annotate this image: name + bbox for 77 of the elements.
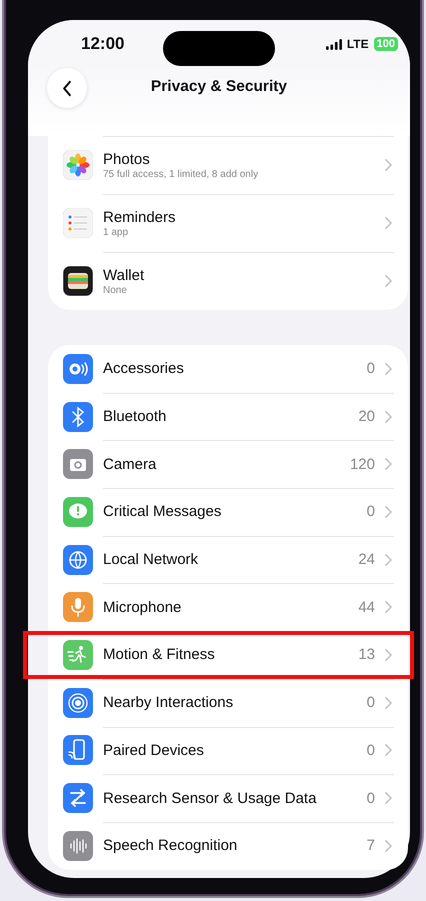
camera-icon xyxy=(63,449,93,480)
chevron-icon xyxy=(385,275,392,287)
row-count: 0 xyxy=(366,503,375,520)
settings-row[interactable]: Camera 120 xyxy=(48,440,408,488)
row-title: Microphone xyxy=(103,598,182,616)
chevron-icon xyxy=(385,506,392,518)
row-subtitle: 75 full access, 1 limited, 8 add only xyxy=(103,168,260,180)
back-button[interactable] xyxy=(47,68,87,108)
flower-icon xyxy=(63,150,93,180)
row-title: Local Network xyxy=(103,551,200,568)
settings-row[interactable]: Critical Messages 0 xyxy=(48,488,408,536)
row-title: Photos xyxy=(103,150,151,168)
settings-row[interactable]: Microphone 44 xyxy=(48,583,408,632)
settings-row[interactable]: Nearby Interactions 0 xyxy=(48,678,408,726)
row-title: Research Sensor & Usage Data xyxy=(103,790,318,807)
wallet-icon xyxy=(63,266,93,296)
status-time: 12:00 xyxy=(81,34,124,54)
target-icon xyxy=(63,688,93,718)
row-subtitle: 1 app xyxy=(103,226,130,238)
back-icon xyxy=(62,80,72,96)
chevron-icon xyxy=(385,458,392,470)
settings-row[interactable]: Bluetooth 20 xyxy=(48,392,408,440)
row-title: Motion & Fitness xyxy=(103,646,216,664)
bluetooth-icon xyxy=(63,402,93,432)
chevron-icon xyxy=(385,648,392,661)
settings-row[interactable]: Paired Devices 0 xyxy=(48,726,408,774)
settings-row[interactable]: Photos 75 full access, 1 limited, 8 add only xyxy=(48,136,408,194)
row-count: 0 xyxy=(366,742,375,759)
row-title: Wallet xyxy=(103,266,146,284)
row-count: 0 xyxy=(366,694,375,712)
row-count: 24 xyxy=(358,551,375,568)
settings-row[interactable]: Research Sensor & Usage Data 0 xyxy=(48,774,408,822)
waves-icon xyxy=(63,354,93,384)
globe-icon xyxy=(63,544,93,575)
row-title: Paired Devices xyxy=(103,742,205,759)
row-title: Speech Recognition xyxy=(103,837,238,854)
chevron-icon xyxy=(385,159,392,171)
message-icon xyxy=(63,496,93,527)
settings-row[interactable]: Local Network 24 xyxy=(48,536,408,584)
settings-row[interactable]: Wallet None xyxy=(48,252,408,310)
chevron-icon xyxy=(385,601,392,614)
battery-indicator: 100 xyxy=(374,37,398,51)
chevron-icon xyxy=(385,410,392,423)
chevron-icon xyxy=(385,554,392,566)
phone-icon xyxy=(63,735,93,766)
row-title: Accessories xyxy=(103,360,185,378)
signal-icon xyxy=(326,38,342,50)
settings-row[interactable]: Reminders 1 app xyxy=(48,194,408,252)
row-title: Camera xyxy=(103,456,158,473)
row-count: 0 xyxy=(366,790,375,807)
row-count: 0 xyxy=(366,360,375,378)
chevron-icon xyxy=(385,217,392,229)
chevron-icon xyxy=(385,696,392,709)
row-title: Reminders xyxy=(103,208,177,226)
row-count: 7 xyxy=(366,837,375,854)
row-title: Critical Messages xyxy=(103,503,222,520)
nav-title: Privacy & Security xyxy=(150,78,288,96)
chevron-icon xyxy=(385,840,392,852)
list-icon xyxy=(63,208,93,238)
arrows-icon xyxy=(63,783,93,814)
settings-row[interactable]: Speech Recognition 7 xyxy=(48,822,408,870)
chevron-icon xyxy=(385,744,392,756)
microphone-icon xyxy=(63,592,93,622)
chevron-icon xyxy=(385,362,392,375)
chevron-icon xyxy=(385,792,392,804)
row-count: 13 xyxy=(358,646,375,664)
settings-row[interactable]: Motion & Fitness 13 xyxy=(23,631,414,679)
row-subtitle: None xyxy=(103,284,128,296)
row-count: 120 xyxy=(350,456,375,473)
waveform-icon xyxy=(63,830,93,861)
row-count: 20 xyxy=(358,408,375,426)
row-title: Nearby Interactions xyxy=(103,694,234,712)
runner-icon xyxy=(63,640,93,670)
row-count: 44 xyxy=(358,598,375,616)
settings-row[interactable]: Accessories 0 xyxy=(48,345,408,393)
row-title: Bluetooth xyxy=(103,408,168,426)
network-label: LTE xyxy=(346,37,369,51)
